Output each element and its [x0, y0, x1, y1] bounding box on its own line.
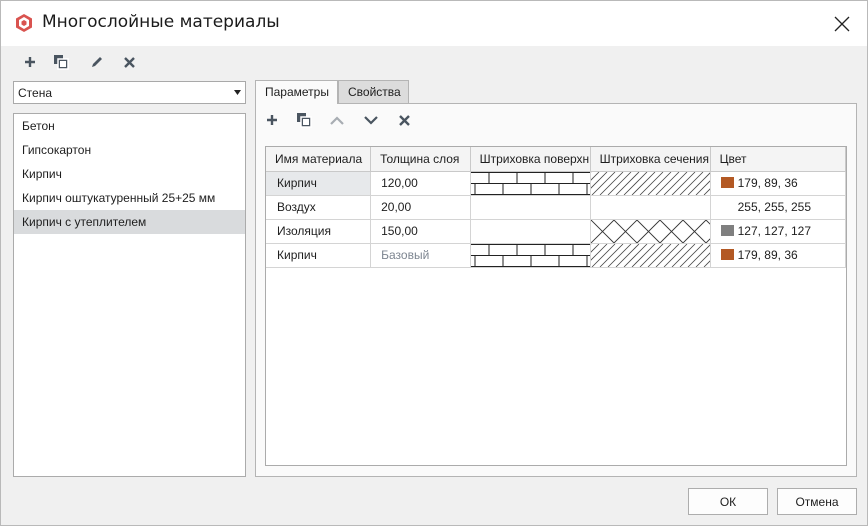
color-swatch — [720, 249, 734, 260]
window-title: Многослойные материалы — [42, 12, 280, 32]
delete-material-button[interactable] — [119, 52, 139, 72]
surface-hatch-cell[interactable] — [470, 195, 591, 220]
list-item-selected[interactable]: Кирпич с утеплителем — [14, 210, 245, 234]
dialog-window: Многослойные материалы Стена Бетон Гипсо… — [0, 0, 868, 526]
thickness-cell[interactable]: 20,00 — [370, 195, 471, 220]
plus-icon — [267, 115, 277, 125]
table-header-row: Имя материала Толщина слоя Штриховка пов… — [266, 147, 846, 172]
delete-x-icon — [398, 114, 410, 126]
plus-icon — [25, 57, 35, 67]
surface-hatch-cell[interactable] — [470, 171, 591, 196]
title-bar: Многослойные материалы — [1, 1, 867, 46]
section-hatch-cell[interactable] — [590, 195, 711, 220]
color-value: 179, 89, 36 — [737, 248, 798, 262]
layers-table: Имя материала Толщина слоя Штриховка пов… — [265, 146, 847, 466]
color-swatch — [720, 177, 734, 188]
materials-list: Бетон Гипсокартон Кирпич Кирпич оштукату… — [13, 113, 246, 477]
surface-hatch-cell[interactable] — [470, 219, 591, 244]
copy-icon — [54, 55, 69, 70]
thickness-cell[interactable]: 120,00 — [370, 171, 471, 196]
app-logo-icon — [16, 14, 32, 32]
color-value: 127, 127, 127 — [737, 224, 812, 238]
material-name-cell[interactable]: Воздух — [266, 195, 372, 220]
color-cell[interactable]: 179, 89, 36 — [710, 243, 846, 268]
move-layer-up-button[interactable] — [327, 110, 347, 130]
material-name-cell[interactable]: Изоляция — [266, 219, 372, 244]
move-up-icon — [330, 115, 344, 125]
surface-hatch-cell[interactable] — [470, 243, 591, 268]
column-header[interactable]: Цвет — [710, 147, 846, 172]
copy-layer-button[interactable] — [294, 110, 314, 130]
move-layer-down-button[interactable] — [361, 110, 381, 130]
thickness-cell[interactable]: 150,00 — [370, 219, 471, 244]
table-row[interactable]: Изоляция 150,00 127, 127, 127 — [266, 219, 846, 244]
diagonal-hatch-pattern — [590, 171, 710, 194]
close-icon — [834, 16, 850, 32]
brick-hatch-pattern — [470, 243, 590, 266]
section-hatch-cell[interactable] — [590, 171, 711, 196]
color-value: 255, 255, 255 — [737, 200, 812, 214]
material-name-cell[interactable]: Кирпич — [266, 171, 372, 196]
crosshatch-pattern — [590, 219, 710, 242]
list-item[interactable]: Кирпич — [14, 162, 245, 186]
color-value: 179, 89, 36 — [737, 176, 798, 190]
move-down-icon — [364, 115, 378, 125]
material-name-cell[interactable]: Кирпич — [266, 243, 372, 268]
column-header[interactable]: Штриховка сечения — [590, 147, 711, 172]
add-material-button[interactable] — [20, 52, 40, 72]
dropdown-value: Стена — [18, 86, 53, 100]
dropdown-arrow-icon — [234, 90, 241, 95]
list-item[interactable]: Кирпич оштукатуренный 25+25 мм — [14, 186, 245, 210]
color-swatch — [720, 225, 734, 236]
tab-parameters[interactable]: Параметры — [255, 80, 338, 104]
list-item[interactable]: Гипсокартон — [14, 138, 245, 162]
color-swatch — [721, 201, 734, 212]
column-header[interactable]: Имя материала — [266, 147, 372, 172]
thickness-cell[interactable]: Базовый — [370, 243, 471, 268]
color-cell[interactable]: 127, 127, 127 — [710, 219, 846, 244]
delete-x-icon — [123, 56, 135, 68]
delete-layer-button[interactable] — [394, 110, 414, 130]
table-row[interactable]: Кирпич 120,00 179, 89, 36 — [266, 171, 846, 196]
column-header[interactable]: Штриховка поверхн — [470, 147, 591, 172]
color-cell[interactable]: 255, 255, 255 — [710, 195, 846, 220]
cancel-button[interactable]: Отмена — [777, 488, 857, 515]
list-item[interactable]: Бетон — [14, 114, 245, 138]
brick-hatch-pattern — [470, 171, 590, 194]
add-layer-button[interactable] — [262, 110, 282, 130]
section-hatch-cell[interactable] — [590, 243, 711, 268]
tab-properties[interactable]: Свойства — [338, 80, 409, 103]
ok-button[interactable]: ОК — [688, 488, 768, 515]
copy-material-button[interactable] — [51, 52, 71, 72]
edit-material-button[interactable] — [87, 52, 107, 72]
copy-icon — [297, 113, 312, 128]
color-cell[interactable]: 179, 89, 36 — [710, 171, 846, 196]
element-type-dropdown[interactable]: Стена — [13, 81, 246, 104]
column-header[interactable]: Толщина слоя — [370, 147, 471, 172]
pencil-icon — [92, 57, 102, 67]
diagonal-hatch-pattern — [590, 243, 710, 266]
section-hatch-cell[interactable] — [590, 219, 711, 244]
table-row[interactable]: Воздух 20,00 255, 255, 255 — [266, 195, 846, 220]
close-button[interactable] — [823, 8, 861, 40]
table-row[interactable]: Кирпич Базовый 179, 89, 36 — [266, 243, 846, 268]
